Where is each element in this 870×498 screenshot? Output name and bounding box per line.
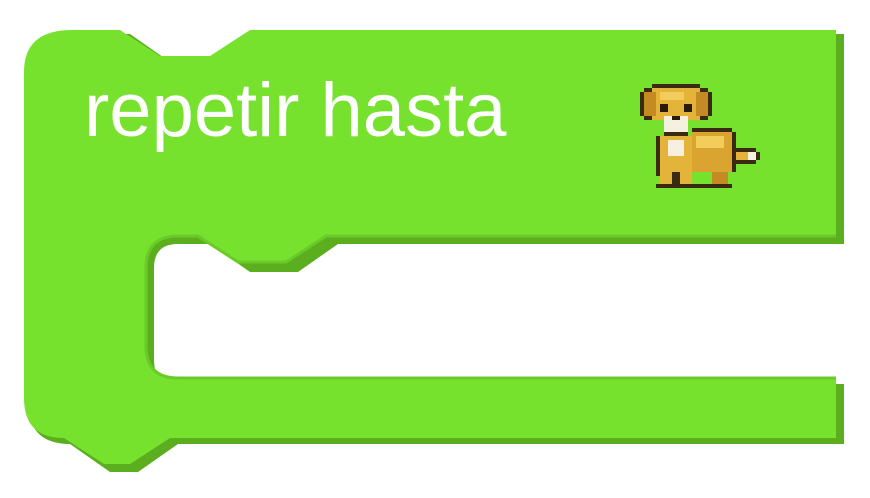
block-label: repetir hasta	[84, 68, 507, 153]
block-canvas: repetir hasta	[0, 0, 870, 498]
dog-sprite-icon[interactable]	[636, 76, 768, 188]
